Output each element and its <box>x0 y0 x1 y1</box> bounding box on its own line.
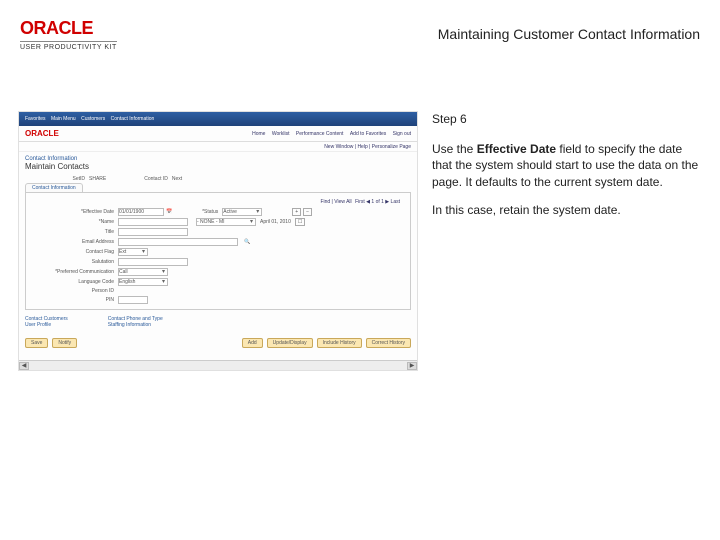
history-button[interactable]: Include History <box>317 338 362 348</box>
app-page-title: Maintain Contacts <box>19 162 417 175</box>
email-input[interactable] <box>118 238 238 246</box>
instruction-paragraph-1: Use the Effective Date field to specify … <box>432 141 700 190</box>
breadcrumb: Favorites Main Menu Customers Contact In… <box>25 116 158 122</box>
popup-icon[interactable]: ☐ <box>295 218 305 226</box>
langcode-label: Language Code <box>28 279 118 285</box>
name-input[interactable] <box>118 218 188 226</box>
instruction-pane: Step 6 Use the Effective Date field to s… <box>432 111 700 230</box>
contactflag-label: Contact Flag <box>28 249 118 255</box>
section-title: Contact Information <box>19 152 417 162</box>
salutation-input[interactable] <box>118 258 188 266</box>
name-date: April 01, 2010 <box>260 219 291 225</box>
status-label: *Status <box>172 209 222 215</box>
status-select[interactable]: Active <box>222 208 262 216</box>
setid-row: SetID SHARE Contact ID Next <box>19 175 417 183</box>
email-label: Email Address <box>28 239 118 245</box>
app-topbar: Favorites Main Menu Customers Contact In… <box>19 112 417 126</box>
prefcomm-select[interactable]: Call <box>118 268 168 276</box>
notify-button[interactable]: Notify <box>52 338 77 348</box>
name-label: *Name <box>28 219 118 225</box>
menu-home[interactable]: Home <box>252 131 265 137</box>
contact-panel: Find | View All First ◀ 1 of 1 ▶ Last *E… <box>25 192 411 310</box>
brand-block: ORACLE USER PRODUCTIVITY KIT <box>20 18 117 51</box>
crumb[interactable]: Favorites <box>25 116 46 122</box>
crumb[interactable]: Contact Information <box>111 116 155 122</box>
add-row-icon[interactable]: + <box>292 208 301 216</box>
scroll-left-icon[interactable]: ◀ <box>19 362 29 370</box>
correct-button[interactable]: Correct History <box>366 338 411 348</box>
crumb[interactable]: Customers <box>81 116 105 122</box>
link-staffing-info[interactable]: Staffing Information <box>108 322 151 328</box>
setid-label: SetID <box>25 176 85 182</box>
lookup-icon[interactable]: 🔍 <box>244 239 250 245</box>
scroll-right-icon[interactable]: ▶ <box>407 362 417 370</box>
menu-favorites[interactable]: Add to Favorites <box>350 131 386 137</box>
title-input[interactable] <box>118 228 188 236</box>
link-user-profile[interactable]: User Profile <box>25 322 51 328</box>
contactid-label: Contact ID <box>144 176 168 182</box>
contactflag-select[interactable]: Ext <box>118 248 148 256</box>
step-label: Step 6 <box>432 111 700 127</box>
title-label: Title <box>28 229 118 235</box>
menu-perfcontent[interactable]: Performance Content <box>296 131 344 137</box>
add-button[interactable]: Add <box>242 338 263 348</box>
crumb[interactable]: Main Menu <box>51 116 76 122</box>
effective-date-label: *Effective Date <box>28 209 118 215</box>
salutation-label: Salutation <box>28 259 118 265</box>
contactid-value: Next <box>172 176 182 182</box>
delete-row-icon[interactable]: − <box>303 208 312 216</box>
langcode-select[interactable]: English <box>118 278 168 286</box>
effective-date-input[interactable]: 01/01/1900 <box>118 208 164 216</box>
save-button[interactable]: Save <box>25 338 48 348</box>
app-oracle-logo: ORACLE <box>25 129 59 138</box>
update-button[interactable]: Update/Display <box>267 338 313 348</box>
tab-contact-information[interactable]: Contact Information <box>25 183 83 192</box>
app-logo-row: ORACLE Home Worklist Performance Content… <box>19 126 417 142</box>
horizontal-scrollbar[interactable]: ◀ ▶ <box>19 360 417 370</box>
pin-input[interactable] <box>118 296 148 304</box>
oracle-logo: ORACLE <box>20 18 117 39</box>
page-title: Maintaining Customer Contact Information <box>438 26 700 42</box>
menu-signout[interactable]: Sign out <box>393 131 411 137</box>
personid-label: Person ID <box>28 288 118 294</box>
app-top-menu: Home Worklist Performance Content Add to… <box>247 131 411 137</box>
app-subbar[interactable]: New Window | Help | Personalize Page <box>19 142 417 152</box>
setid-value: SHARE <box>89 176 106 182</box>
nav-first-last[interactable]: First ◀ 1 of 1 ▶ Last <box>355 199 400 205</box>
prefcomm-label: *Preferred Communication <box>28 269 118 275</box>
find-row: Find | View All First ◀ 1 of 1 ▶ Last <box>28 197 408 207</box>
oracle-subtitle: USER PRODUCTIVITY KIT <box>20 41 117 51</box>
pin-label: PIN <box>28 297 118 303</box>
footer-buttons-left: Save Notify <box>25 338 77 348</box>
instruction-paragraph-2: In this case, retain the system date. <box>432 202 700 218</box>
embedded-app-screenshot: Favorites Main Menu Customers Contact In… <box>18 111 418 371</box>
name-format-select[interactable]: - NONE - MI <box>196 218 256 226</box>
footer-buttons-right: Add Update/Display Include History Corre… <box>242 338 411 348</box>
menu-worklist[interactable]: Worklist <box>272 131 290 137</box>
find-link[interactable]: Find | View All <box>320 199 351 205</box>
bottom-links: Contact Customers User Profile Contact P… <box>19 310 417 330</box>
